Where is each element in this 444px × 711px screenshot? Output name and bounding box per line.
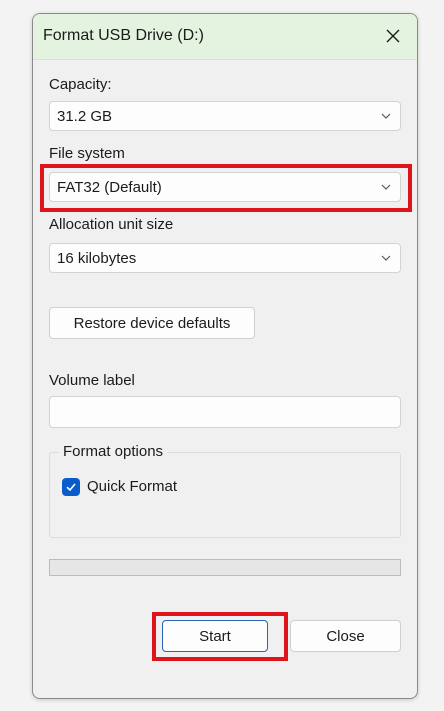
chevron-down-icon [381, 184, 391, 190]
quick-format-checkbox[interactable] [62, 478, 80, 496]
format-options-group: Format options Quick Format [49, 443, 401, 538]
capacity-value: 31.2 GB [57, 108, 113, 125]
close-button[interactable]: Close [290, 620, 401, 652]
format-options-legend: Format options [59, 443, 168, 460]
volume-label-input[interactable] [49, 396, 401, 428]
format-progress-bar [49, 559, 401, 576]
capacity-dropdown[interactable]: 31.2 GB [49, 101, 401, 131]
file-system-value: FAT32 (Default) [57, 179, 162, 196]
chevron-down-icon [381, 113, 391, 119]
restore-defaults-button[interactable]: Restore device defaults [49, 307, 255, 339]
capacity-label: Capacity: [49, 76, 112, 93]
checkmark-icon [66, 483, 76, 492]
format-dialog: Format USB Drive (D:) Capacity: 31.2 GB … [32, 13, 418, 699]
file-system-dropdown[interactable]: FAT32 (Default) [49, 172, 401, 202]
volume-label: Volume label [49, 372, 135, 389]
allocation-unit-value: 16 kilobytes [57, 250, 137, 267]
allocation-unit-label: Allocation unit size [49, 216, 174, 233]
close-icon [386, 29, 400, 43]
file-system-label: File system [49, 145, 125, 162]
allocation-unit-dropdown[interactable]: 16 kilobytes [49, 243, 401, 273]
window-title: Format USB Drive (D:) [43, 27, 204, 44]
start-button[interactable]: Start [162, 620, 268, 652]
close-window-button[interactable] [377, 20, 409, 52]
quick-format-label[interactable]: Quick Format [87, 478, 177, 495]
title-bar: Format USB Drive (D:) [33, 14, 417, 60]
chevron-down-icon [381, 255, 391, 261]
